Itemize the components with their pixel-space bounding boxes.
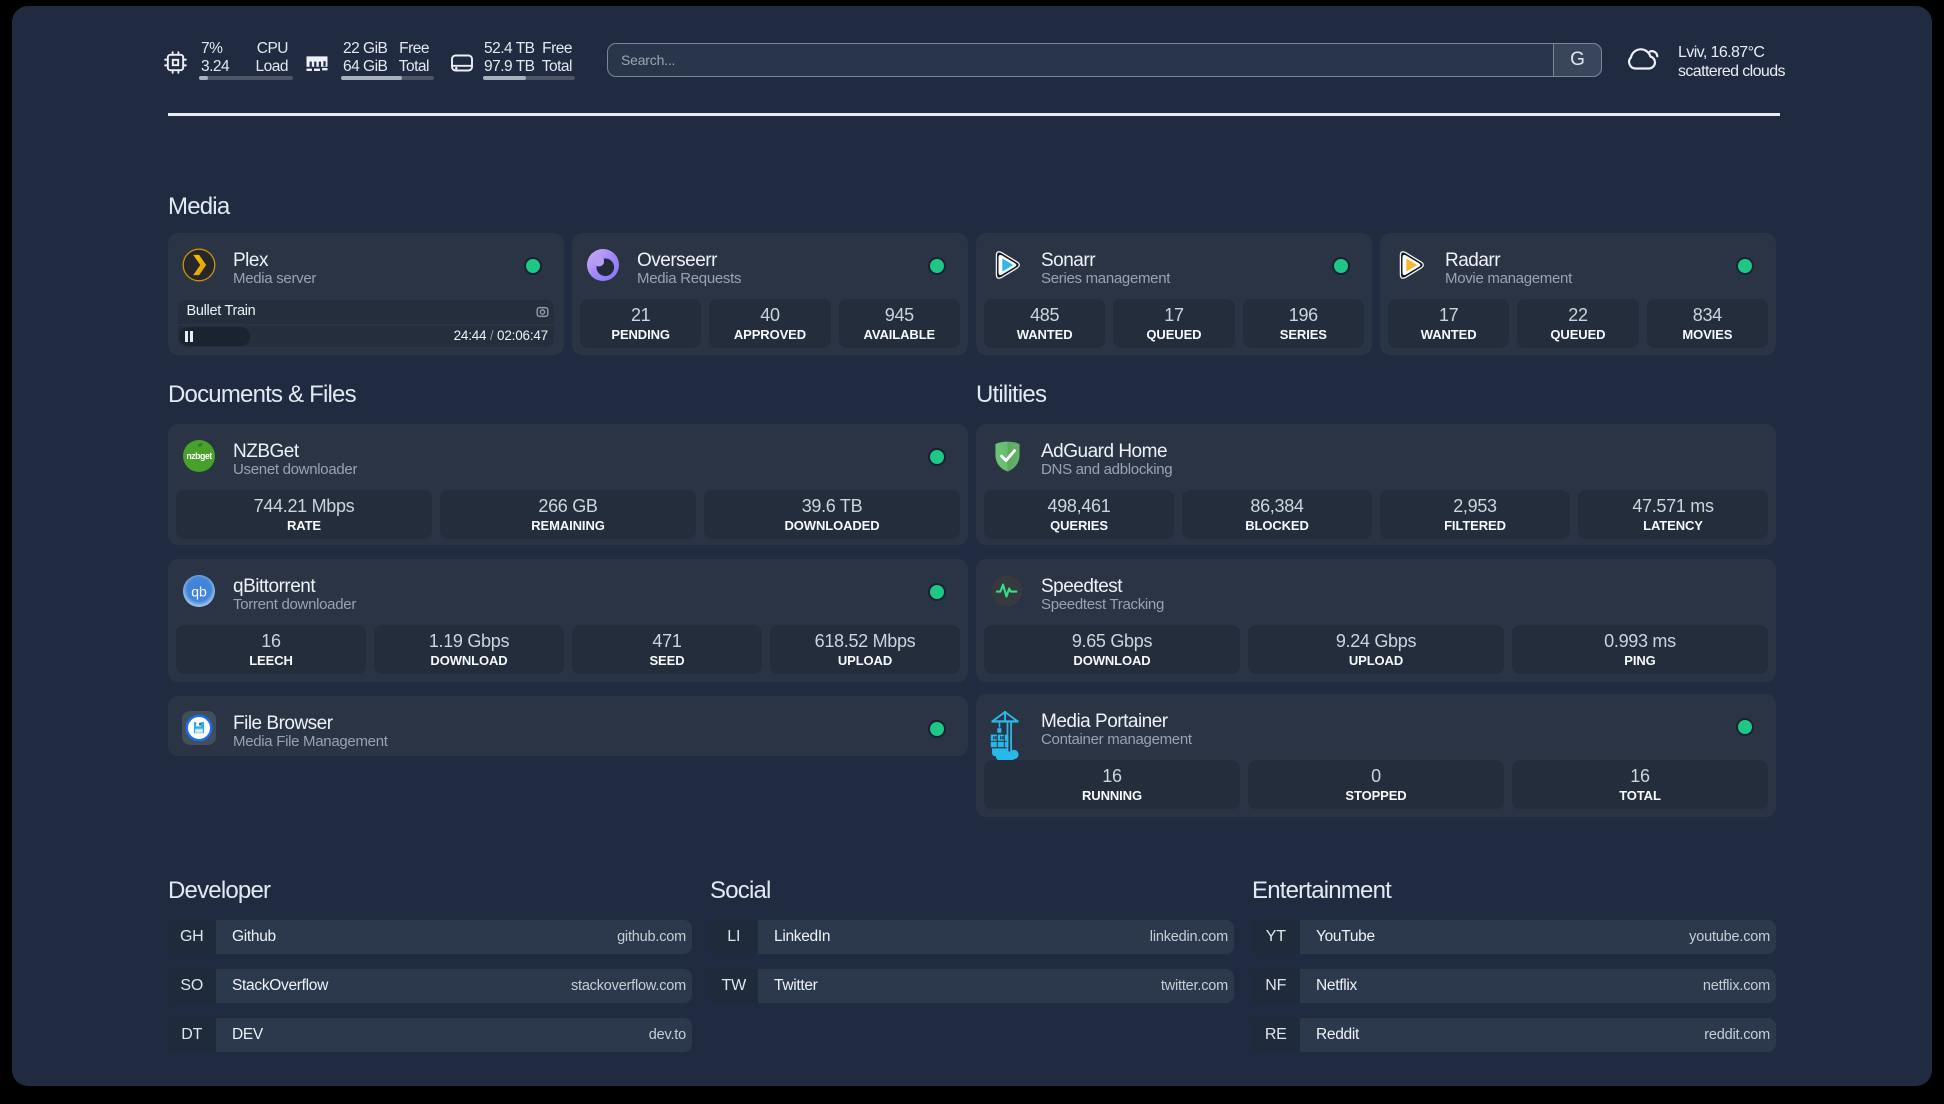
svg-text:nzbget: nzbget: [186, 451, 212, 461]
svg-text:qb: qb: [191, 583, 207, 599]
